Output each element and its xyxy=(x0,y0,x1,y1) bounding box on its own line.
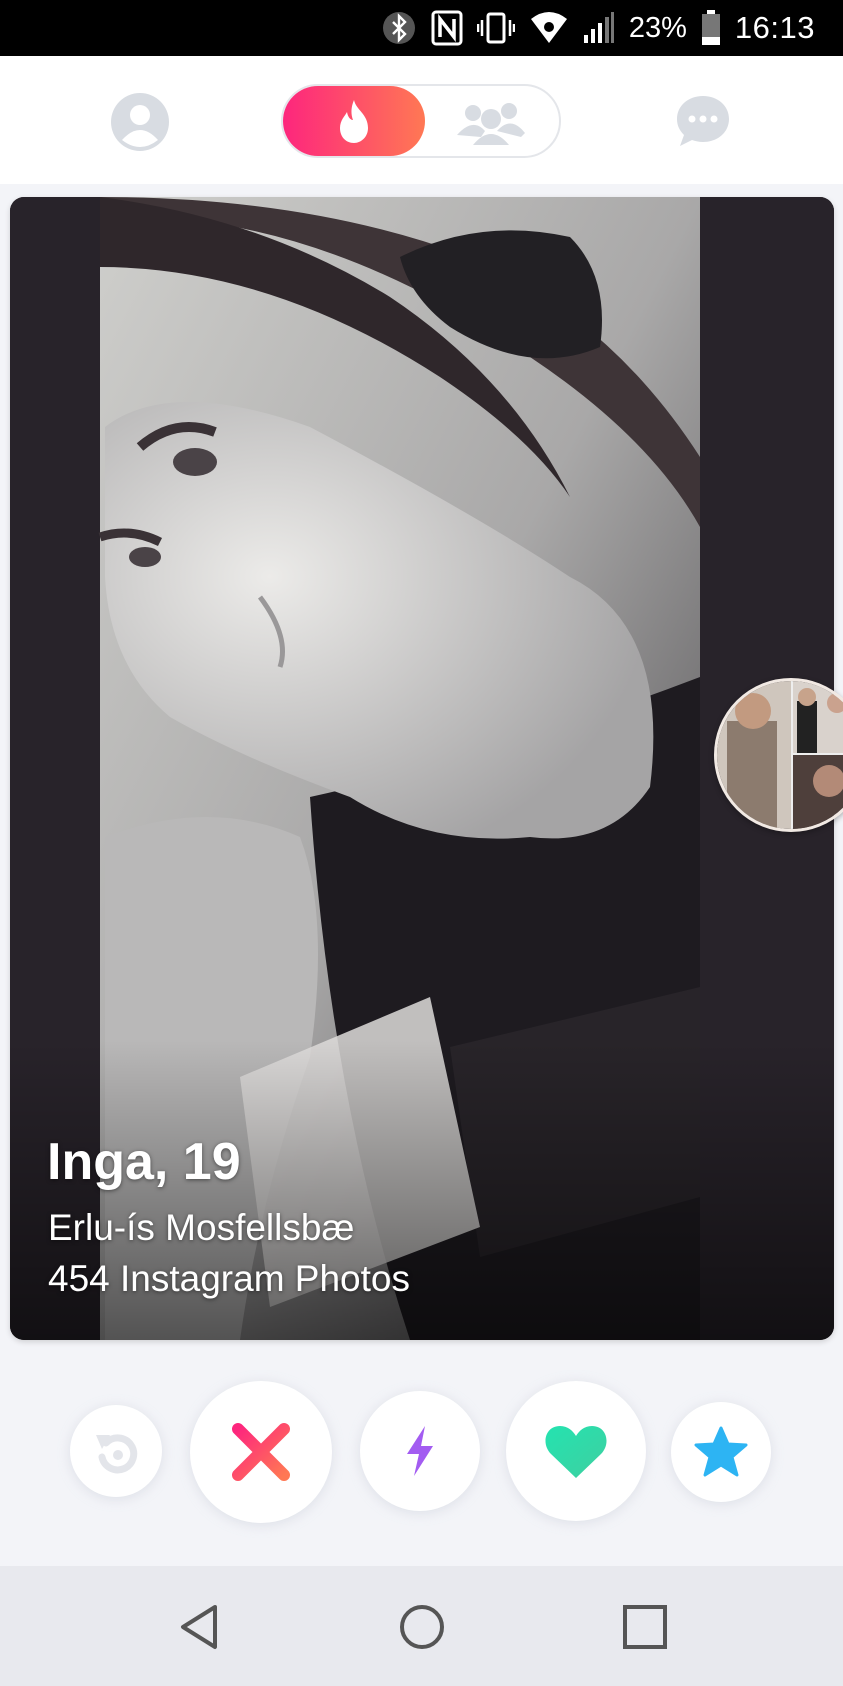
vibrate-icon xyxy=(476,11,515,45)
swipe-mode-button[interactable] xyxy=(283,86,425,156)
nav-home-button[interactable] xyxy=(397,1602,447,1652)
profile-name-age: Inga, 19 xyxy=(47,1133,241,1191)
system-nav-bar xyxy=(0,1566,843,1686)
app-header xyxy=(0,56,843,184)
super-like-star-icon xyxy=(694,1426,748,1477)
boost-button[interactable] xyxy=(360,1391,480,1511)
discovery-toggle[interactable] xyxy=(281,84,561,158)
back-triangle-icon xyxy=(181,1605,217,1649)
bluetooth-icon xyxy=(381,10,417,46)
profile-school: Erlu-ís Mosfellsbæ xyxy=(48,1207,355,1248)
nope-x-icon xyxy=(232,1423,290,1481)
messages-button[interactable] xyxy=(674,92,732,150)
super-like-button[interactable] xyxy=(671,1402,771,1502)
rewind-button[interactable] xyxy=(70,1405,162,1497)
signal-icon xyxy=(583,11,615,45)
profile-button[interactable] xyxy=(110,92,170,152)
profile-instagram: 454 Instagram Photos xyxy=(48,1258,410,1299)
social-mode-button[interactable] xyxy=(453,96,529,148)
recent-square-icon xyxy=(623,1605,667,1649)
like-heart-icon xyxy=(545,1426,607,1478)
clock: 16:13 xyxy=(734,10,815,45)
nav-back-button[interactable] xyxy=(175,1602,225,1652)
profile-card[interactable]: Inga, 19 Erlu-ís Mosfellsbæ 454 Instagra… xyxy=(10,197,834,1340)
top-picks-photos xyxy=(717,681,843,829)
nav-recent-button[interactable] xyxy=(620,1602,670,1652)
status-bar: 23% 16:13 xyxy=(0,0,843,56)
flame-icon xyxy=(340,100,368,143)
nope-button[interactable] xyxy=(190,1381,332,1523)
rewind-icon xyxy=(96,1434,138,1474)
nfc-icon xyxy=(431,10,463,46)
boost-bolt-icon xyxy=(407,1426,433,1476)
battery-percent: 23% xyxy=(628,11,687,44)
home-circle-icon xyxy=(400,1605,444,1649)
status-icons: 23% 16:13 xyxy=(381,0,815,56)
like-button[interactable] xyxy=(506,1381,646,1521)
social-group-icon xyxy=(457,103,525,145)
battery-icon xyxy=(701,10,721,46)
chat-icon xyxy=(677,96,729,146)
profile-icon xyxy=(111,93,169,151)
wifi-icon xyxy=(529,11,569,45)
